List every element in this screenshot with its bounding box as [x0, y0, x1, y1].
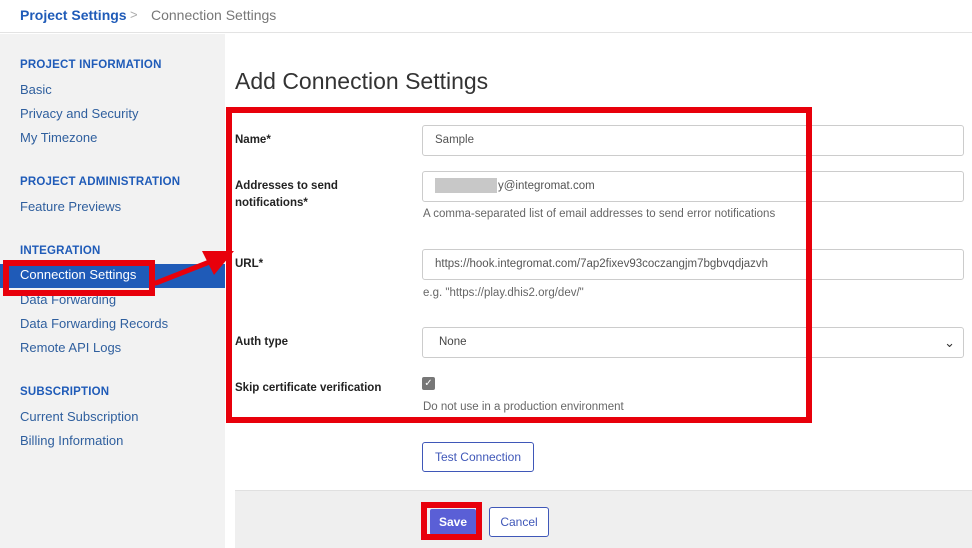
cancel-button[interactable]: Cancel: [489, 507, 549, 537]
annotation-box-form: [226, 107, 812, 423]
annotation-box-save: [421, 502, 482, 540]
breadcrumb-current: Connection Settings: [151, 7, 277, 23]
annotation-box-sidebar: [3, 260, 155, 296]
sidebar-item-privacy-security[interactable]: Privacy and Security: [20, 106, 139, 121]
form-footer: [235, 490, 972, 548]
breadcrumb-separator: >: [130, 7, 138, 22]
annotation-arrow-icon: [153, 251, 234, 286]
sidebar-item-current-subscription[interactable]: Current Subscription: [20, 409, 139, 424]
sidebar-heading-project-administration: PROJECT ADMINISTRATION: [20, 176, 181, 188]
sidebar-heading-integration: INTEGRATION: [20, 245, 101, 257]
sidebar-item-basic[interactable]: Basic: [20, 82, 52, 97]
breadcrumb-project-settings[interactable]: Project Settings: [20, 7, 127, 23]
sidebar-item-feature-previews[interactable]: Feature Previews: [20, 199, 121, 214]
chevron-down-icon: ⌄: [944, 335, 955, 350]
test-connection-button[interactable]: Test Connection: [422, 442, 534, 472]
sidebar-item-remote-api-logs[interactable]: Remote API Logs: [20, 340, 121, 355]
page-title: Add Connection Settings: [235, 68, 489, 94]
top-bar: Project Settings > Connection Settings: [0, 0, 972, 33]
sidebar-heading-project-information: PROJECT INFORMATION: [20, 59, 162, 71]
sidebar-item-my-timezone[interactable]: My Timezone: [20, 130, 97, 145]
sidebar-item-data-forwarding-records[interactable]: Data Forwarding Records: [20, 316, 168, 331]
sidebar-item-billing-information[interactable]: Billing Information: [20, 433, 123, 448]
sidebar-heading-subscription: SUBSCRIPTION: [20, 386, 110, 398]
